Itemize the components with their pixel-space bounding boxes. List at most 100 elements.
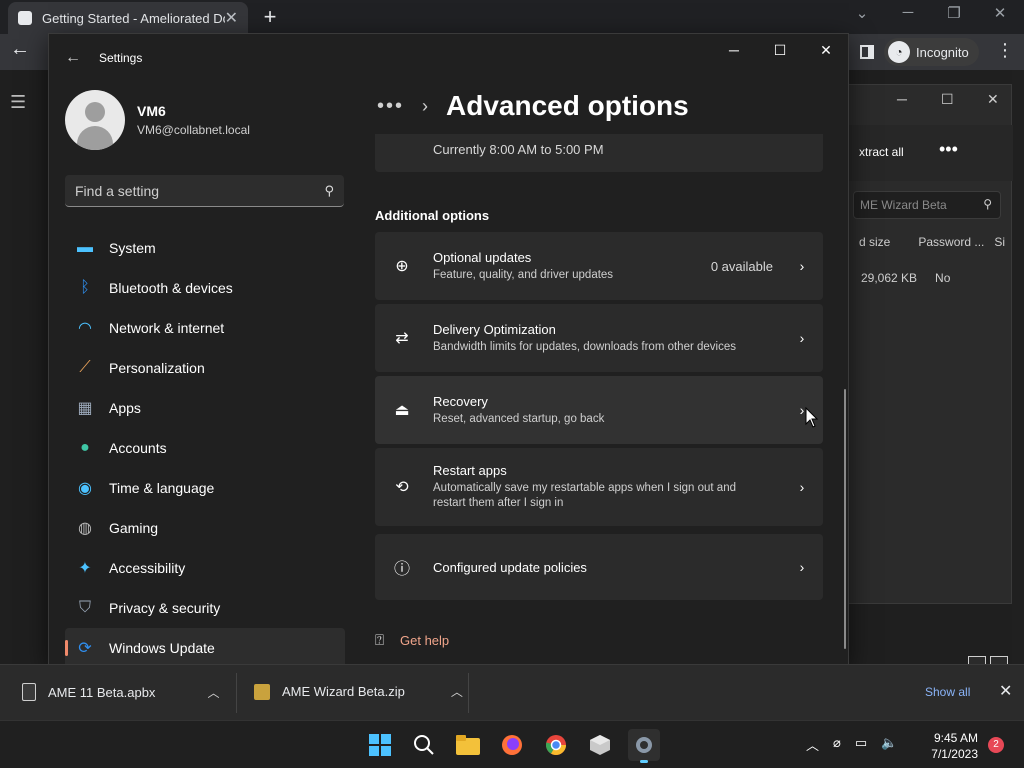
option-text: Restart apps Automatically save my restar… [433, 463, 787, 511]
option-row[interactable]: ⇄ Delivery Optimization Bandwidth limits f… [375, 304, 823, 372]
download-item[interactable]: AME Wizard Beta.zip ︿ [254, 683, 463, 700]
page-scrollbar[interactable] [1012, 70, 1024, 680]
system-tray: ︿ ⌀ ▭ 🔈 [806, 735, 897, 754]
explorer-more-button[interactable]: ••• [939, 139, 958, 160]
back-arrow-icon[interactable]: ← [65, 49, 81, 67]
search-icon: ⚲ [983, 197, 992, 211]
user-email: VM6@collabnet.local [137, 123, 250, 137]
nav-item[interactable]: ● Accounts [65, 428, 345, 468]
side-panel-icon[interactable] [860, 45, 874, 59]
download-item[interactable]: AME 11 Beta.apbx ︿ [22, 683, 219, 701]
explorer-command-bar: xtract all ••• [849, 125, 1013, 181]
new-tab-button[interactable]: + [258, 4, 282, 30]
option-row[interactable]: ⊕ Optional updates Feature, quality, and d… [375, 232, 823, 300]
nav-item[interactable]: ✦ Accessibility [65, 548, 345, 588]
option-text: Configured update policies [433, 560, 787, 575]
get-help-label: Get help [400, 633, 450, 648]
extract-all-button[interactable]: xtract all [859, 145, 904, 159]
browser-menu-icon[interactable]: ⋮ [996, 40, 1014, 61]
option-subtitle: Automatically save my restartable apps w… [433, 482, 736, 509]
option-text: Recovery Reset, advanced startup, go back [433, 394, 787, 427]
settings-maximize-button[interactable]: ☐ [757, 42, 803, 59]
column-si[interactable]: Si [994, 235, 1005, 249]
explorer-column-header: d size Password ... Si [849, 235, 1013, 249]
nav-item[interactable]: ◍ Gaming [65, 508, 345, 548]
nav-item[interactable]: ▦ Apps [65, 388, 345, 428]
column-password[interactable]: Password ... [918, 235, 984, 249]
explorer-maximize-button[interactable]: ☐ [941, 91, 954, 108]
active-hours-text: Currently 8:00 AM to 5:00 PM [433, 142, 604, 157]
column-size[interactable]: d size [859, 235, 890, 249]
hamburger-menu-icon[interactable]: ☰ [10, 92, 26, 113]
virtualbox-taskbar-button[interactable] [584, 729, 616, 761]
option-row[interactable]: ⟲ Restart apps Automatically save my resta… [375, 448, 823, 526]
nav-item-label: Accessibility [109, 560, 186, 576]
nav-item[interactable]: ⟳ Windows Update [65, 628, 345, 668]
incognito-badge[interactable]: ◔ Incognito [884, 38, 979, 66]
zip-file-icon [254, 683, 270, 700]
nav-item-label: Gaming [109, 520, 159, 536]
search-taskbar-button[interactable] [408, 729, 440, 761]
nav-item[interactable]: ᛒ Bluetooth & devices [65, 268, 345, 308]
update-icon: ⟳ [78, 640, 92, 657]
file-explorer-taskbar-button[interactable] [452, 729, 484, 761]
file-password: No [935, 271, 951, 285]
download-filename: AME Wizard Beta.zip [282, 684, 405, 699]
user-profile[interactable]: VM6 VM6@collabnet.local [65, 90, 250, 150]
option-row[interactable]: ⓘ Configured update policies › [375, 534, 823, 600]
breadcrumb: ••• › Advanced options [377, 90, 689, 122]
settings-minimize-button[interactable]: ─ [711, 42, 757, 58]
browser-tab[interactable]: Getting Started - Ameliorated Do ✕ [8, 2, 248, 34]
nav-item-label: Accounts [109, 440, 167, 456]
file-size: 29,062 KB [861, 271, 918, 285]
nav-item[interactable]: ⟋ Personalization [65, 348, 345, 388]
explorer-close-button[interactable]: ✕ [987, 91, 999, 108]
notification-badge[interactable]: 2 [988, 737, 1004, 753]
chevron-up-icon[interactable]: ︿ [207, 684, 219, 701]
close-icon[interactable]: ✕ [999, 681, 1012, 701]
nav-item[interactable]: ▬ System [65, 228, 345, 268]
explorer-minimize-button[interactable]: ─ [897, 91, 907, 107]
browser-close-button[interactable]: ✕ [980, 4, 1020, 22]
help-chat-icon: ⍰ [375, 632, 385, 649]
get-help-link[interactable]: ⍰ Get help [375, 632, 449, 649]
option-title: Delivery Optimization [433, 321, 556, 337]
downloads-shelf: AME 11 Beta.apbx ︿ AME Wizard Beta.zip ︿… [0, 664, 1024, 720]
settings-taskbar-button[interactable] [628, 729, 660, 763]
active-hours-card[interactable]: Currently 8:00 AM to 5:00 PM [375, 134, 823, 172]
browser-minimize-button[interactable]: ─ [888, 4, 928, 21]
network-off-icon[interactable]: ⌀ [833, 735, 841, 754]
nav-item-label: Bluetooth & devices [109, 280, 233, 296]
chrome-taskbar-button[interactable] [540, 729, 572, 761]
tab-search-chevron-icon[interactable]: ⌄ [842, 4, 882, 22]
breadcrumb-more-button[interactable]: ••• [377, 95, 404, 118]
volume-icon[interactable]: 🔈 [881, 735, 897, 754]
start-button[interactable] [364, 729, 396, 761]
browser-back-icon[interactable]: ← [10, 38, 30, 61]
settings-close-button[interactable]: ✕ [803, 42, 849, 59]
nav-item-label: Apps [109, 400, 141, 416]
bluetooth-icon: ᛒ [80, 279, 90, 296]
browser-restore-button[interactable]: ❐ [934, 4, 974, 22]
display-icon[interactable]: ▭ [855, 735, 867, 754]
nav-item[interactable]: ◉ Time & language [65, 468, 345, 508]
chevron-up-icon[interactable]: ︿ [451, 683, 463, 700]
firefox-taskbar-button[interactable] [496, 729, 528, 761]
nav-item[interactable]: ◠ Network & internet [65, 308, 345, 348]
chevron-up-icon[interactable]: ︿ [806, 735, 819, 754]
download-filename: AME 11 Beta.apbx [48, 684, 156, 700]
option-row[interactable]: ⏏ Recovery Reset, advanced startup, go bac… [375, 376, 823, 444]
clock[interactable]: 9:45 AM 7/1/2023 [922, 730, 978, 762]
find-setting-input[interactable]: Find a setting ⚲ [65, 175, 344, 207]
browser-tab-title: Getting Started - Ameliorated Do [42, 10, 225, 26]
delivery-icon: ⇄ [395, 330, 409, 347]
gamepad-icon: ◍ [78, 520, 92, 537]
wifi-icon: ◠ [78, 320, 92, 337]
explorer-search-input[interactable]: ME Wizard Beta ⚲ [853, 191, 1001, 219]
tab-close-icon[interactable]: ✕ [225, 8, 238, 28]
nav-item[interactable]: ⛉ Privacy & security [65, 588, 345, 628]
explorer-file-row[interactable]: 29,062 KB No [849, 271, 1013, 285]
chrome-icon [545, 735, 566, 755]
settings-scrollbar[interactable] [844, 389, 846, 649]
show-all-link[interactable]: Show all [925, 685, 970, 699]
